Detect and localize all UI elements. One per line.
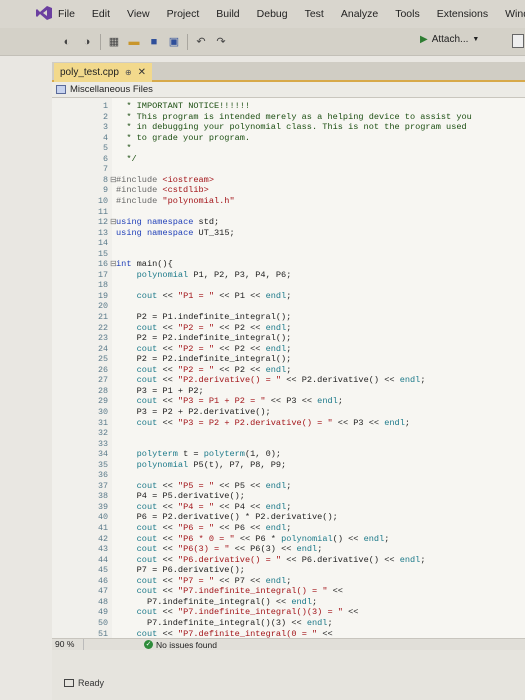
line-number: 51: [97, 628, 108, 639]
menu-analyze[interactable]: Analyze: [341, 8, 378, 20]
menu-tools[interactable]: Tools: [395, 8, 420, 20]
new-project-icon[interactable]: ▦: [107, 35, 121, 49]
toolbar-separator: [187, 33, 188, 50]
attach-button[interactable]: ▶ Attach... ▼: [420, 34, 479, 45]
attach-label: Attach...: [431, 34, 469, 45]
menu-window[interactable]: Windo: [505, 8, 525, 20]
tab-poly-test-cpp[interactable]: poly_test.cpp ⊕ ✕: [54, 63, 153, 82]
issues-indicator[interactable]: ✓ No issues found: [144, 640, 217, 650]
play-icon: ▶: [420, 34, 428, 45]
document-tab-strip: poly_test.cpp ⊕ ✕: [52, 62, 525, 82]
menu-bar: File Edit View Project Build Debug Test …: [0, 0, 525, 28]
status-bar: Ready: [52, 650, 525, 700]
scope-label: Miscellaneous Files: [70, 84, 153, 95]
window-control[interactable]: [512, 34, 524, 48]
menu-debug[interactable]: Debug: [257, 8, 288, 20]
menu-file[interactable]: File: [58, 8, 75, 20]
visual-studio-logo-icon: [36, 6, 52, 20]
save-icon[interactable]: ■: [147, 35, 161, 49]
editor-status-strip: 90 % ✓ No issues found: [52, 638, 525, 650]
zoom-level[interactable]: 90 %: [52, 639, 84, 650]
menu-build[interactable]: Build: [216, 8, 239, 20]
menu-view[interactable]: View: [127, 8, 150, 20]
tab-title: poly_test.cpp: [60, 67, 119, 78]
pin-icon[interactable]: ⊕: [125, 68, 132, 77]
undo-icon[interactable]: ↶: [194, 35, 208, 49]
project-icon: [56, 85, 66, 94]
ready-label: Ready: [78, 678, 105, 688]
code-line[interactable]: 51 cout << "P7.definite_integral(0 = " <…: [52, 628, 525, 639]
menu-extensions[interactable]: Extensions: [437, 8, 488, 20]
redo-icon[interactable]: ↷: [214, 35, 228, 49]
back-icon[interactable]: ◐: [60, 35, 74, 49]
output-window-icon: [64, 679, 74, 687]
menu-project[interactable]: Project: [167, 8, 200, 20]
code-editor[interactable]: 1 * IMPORTANT NOTICE!!!!!! 2 * This progr…: [52, 98, 525, 638]
code-text: cout << "P7.definite_integral(0 = " <<: [136, 628, 333, 639]
toolbar-separator: [100, 33, 101, 50]
ready-status: Ready: [64, 678, 104, 688]
navigation-bar[interactable]: Miscellaneous Files: [52, 82, 525, 98]
check-icon: ✓: [144, 640, 153, 649]
chevron-down-icon: ▼: [472, 36, 480, 43]
close-icon[interactable]: ✕: [138, 67, 146, 78]
menu-test[interactable]: Test: [305, 8, 324, 20]
menu-edit[interactable]: Edit: [92, 8, 110, 20]
save-all-icon[interactable]: ▣: [167, 35, 181, 49]
open-icon[interactable]: ▬: [127, 35, 141, 49]
issues-label: No issues found: [156, 639, 217, 650]
forward-icon[interactable]: ◑: [80, 35, 94, 49]
